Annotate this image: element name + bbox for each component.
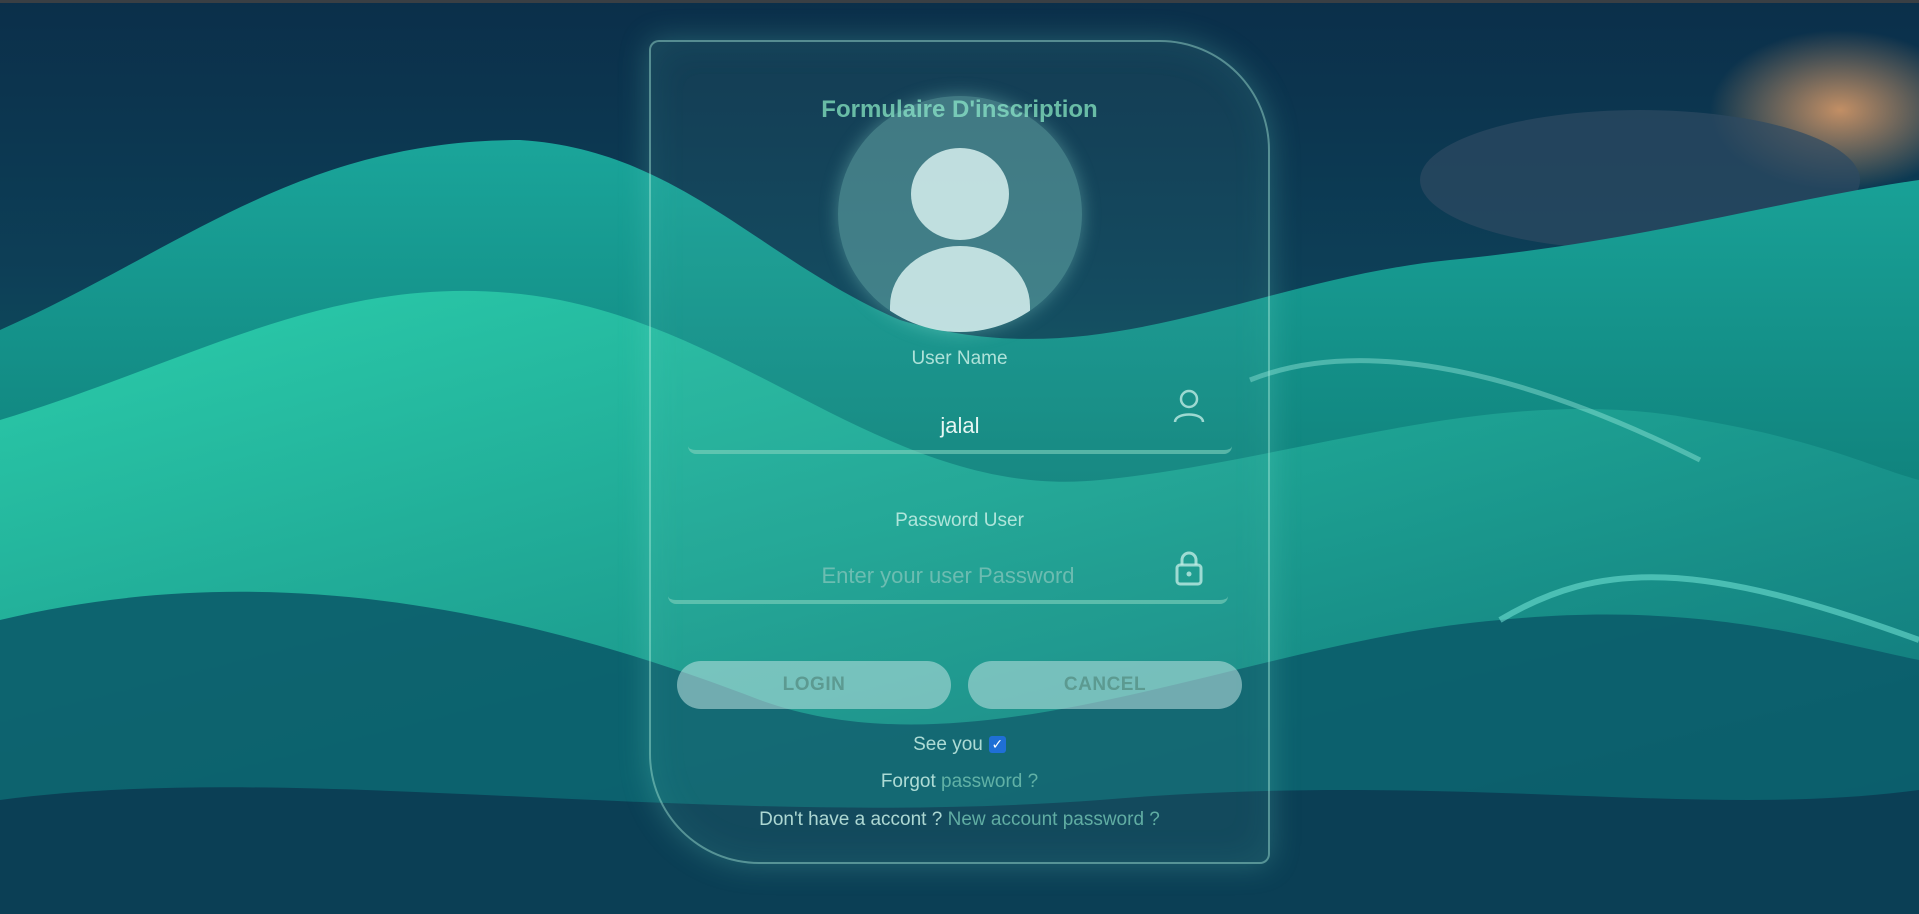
- password-input[interactable]: [668, 552, 1228, 604]
- new-account-link[interactable]: New account password ?: [948, 809, 1160, 830]
- top-border-line: [0, 0, 1919, 3]
- username-label: User Name: [911, 348, 1008, 369]
- signup-prefix: Don't have a accont ?: [759, 809, 943, 830]
- user-avatar-icon: [838, 96, 1082, 332]
- forgot-password-row: Forgot password ?: [649, 771, 1270, 793]
- remember-checkbox[interactable]: ✓: [988, 736, 1006, 754]
- forgot-password-link[interactable]: password ?: [941, 771, 1038, 792]
- password-label: Password User: [895, 510, 1024, 531]
- login-button[interactable]: LOGIN: [677, 661, 951, 709]
- avatar-body-shape: [890, 246, 1030, 332]
- cancel-button[interactable]: CANCEL: [968, 661, 1242, 709]
- forgot-prefix: Forgot: [880, 771, 936, 792]
- lock-icon: [1174, 550, 1204, 593]
- remember-row: See you ✓: [649, 734, 1270, 756]
- signup-row: Don't have a accont ? New account passwo…: [649, 809, 1270, 831]
- username-input[interactable]: [688, 402, 1232, 454]
- remember-label: See you: [913, 734, 983, 755]
- user-outline-icon: [1172, 388, 1206, 431]
- avatar-head-shape: [911, 148, 1009, 240]
